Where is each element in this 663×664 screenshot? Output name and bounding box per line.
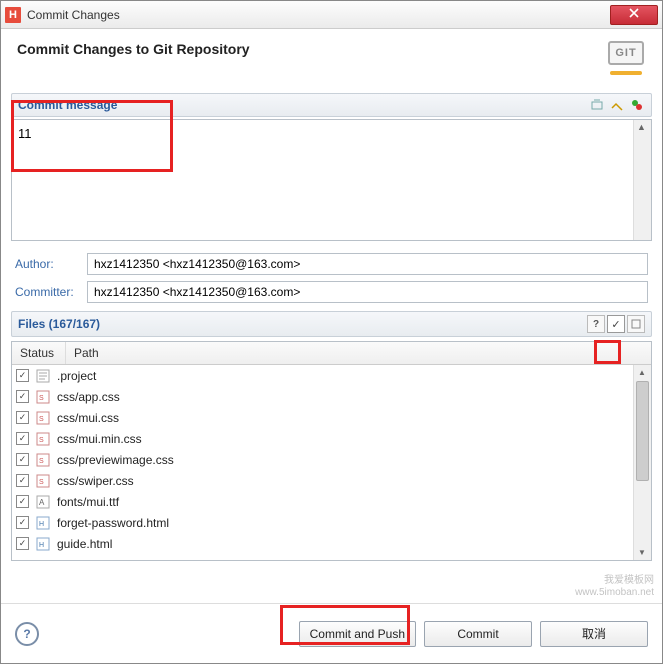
- svg-text:H: H: [39, 542, 44, 549]
- window-title: Commit Changes: [27, 8, 610, 22]
- watermark: 我爱模板网 www.5imoban.net: [575, 575, 654, 599]
- commit-message-area: 11 ▲: [11, 119, 652, 241]
- file-type-icon: [35, 368, 51, 384]
- commit-message-label: Commit message: [18, 98, 117, 112]
- commit-button[interactable]: Commit: [424, 621, 532, 647]
- amend-icon[interactable]: [589, 97, 605, 113]
- page-title: Commit Changes to Git Repository: [17, 41, 250, 57]
- row-checkbox[interactable]: ✓: [16, 369, 29, 382]
- file-type-icon: A: [35, 494, 51, 510]
- git-logo: GIT: [608, 41, 646, 73]
- table-row[interactable]: ✓ Hforget-password.html: [12, 512, 633, 533]
- signoff-icon[interactable]: [609, 97, 625, 113]
- row-checkbox[interactable]: ✓: [16, 411, 29, 424]
- committer-label: Committer:: [15, 285, 87, 299]
- table-row[interactable]: ✓ Scss/previewimage.css: [12, 449, 633, 470]
- svg-text:S: S: [39, 479, 44, 486]
- svg-text:S: S: [39, 458, 44, 465]
- file-path: guide.html: [57, 537, 112, 551]
- close-button[interactable]: [610, 5, 658, 25]
- deselect-all-button[interactable]: [627, 315, 645, 333]
- select-all-checkbox[interactable]: ✓: [607, 315, 625, 333]
- svg-text:H: H: [39, 521, 44, 528]
- file-type-icon: H: [35, 536, 51, 552]
- row-checkbox[interactable]: ✓: [16, 432, 29, 445]
- row-checkbox[interactable]: ✓: [16, 495, 29, 508]
- col-path[interactable]: Path: [66, 342, 651, 364]
- file-path: css/mui.css: [57, 411, 119, 425]
- table-row[interactable]: ✓ .project: [12, 365, 633, 386]
- file-type-icon: S: [35, 473, 51, 489]
- file-path: .project: [57, 369, 96, 383]
- file-path: fonts/mui.ttf: [57, 495, 119, 509]
- row-checkbox[interactable]: ✓: [16, 516, 29, 529]
- table-row[interactable]: ✓ Hguide.html: [12, 533, 633, 554]
- table-header: Status Path: [12, 342, 651, 365]
- titlebar: H Commit Changes: [1, 1, 662, 29]
- row-checkbox[interactable]: ✓: [16, 453, 29, 466]
- file-path: css/previewimage.css: [57, 453, 174, 467]
- file-type-icon: H: [35, 515, 51, 531]
- files-table: Status Path ✓ .project ✓ Scss/app.css ✓ Scss/…: [11, 341, 652, 561]
- dialog-header: Commit Changes to Git Repository GIT: [1, 29, 662, 93]
- files-scrollbar[interactable]: ▲ ▼: [633, 365, 651, 560]
- table-row[interactable]: ✓ Scss/app.css: [12, 386, 633, 407]
- changeid-icon[interactable]: [629, 97, 645, 113]
- help-button[interactable]: ?: [15, 622, 39, 646]
- commit-message-input[interactable]: 11: [12, 120, 633, 240]
- commit-and-push-button[interactable]: Commit and Push: [299, 621, 416, 647]
- files-header: Files (167/167) ? ✓: [11, 311, 652, 337]
- help-files-button[interactable]: ?: [587, 315, 605, 333]
- file-type-icon: S: [35, 389, 51, 405]
- svg-text:S: S: [39, 395, 44, 402]
- scrollbar[interactable]: ▲: [633, 120, 651, 240]
- row-checkbox[interactable]: ✓: [16, 537, 29, 550]
- file-type-icon: S: [35, 452, 51, 468]
- commit-message-header: Commit message: [11, 93, 652, 117]
- author-label: Author:: [15, 257, 87, 271]
- app-icon: H: [5, 7, 21, 23]
- table-row[interactable]: ✓ Scss/mui.css: [12, 407, 633, 428]
- author-input[interactable]: [87, 253, 648, 275]
- row-checkbox[interactable]: ✓: [16, 474, 29, 487]
- col-status[interactable]: Status: [12, 342, 66, 364]
- row-checkbox[interactable]: ✓: [16, 390, 29, 403]
- table-row[interactable]: ✓ Scss/swiper.css: [12, 470, 633, 491]
- file-type-icon: S: [35, 410, 51, 426]
- committer-input[interactable]: [87, 281, 648, 303]
- file-path: css/mui.min.css: [57, 432, 142, 446]
- file-path: forget-password.html: [57, 516, 169, 530]
- table-row[interactable]: ✓ Scss/mui.min.css: [12, 428, 633, 449]
- button-bar: ? Commit and Push Commit 取消: [1, 603, 662, 663]
- file-path: css/app.css: [57, 390, 120, 404]
- scroll-thumb[interactable]: [636, 381, 649, 481]
- file-path: css/swiper.css: [57, 474, 134, 488]
- files-label: Files (167/167): [18, 317, 100, 331]
- svg-text:S: S: [39, 416, 44, 423]
- file-type-icon: S: [35, 431, 51, 447]
- svg-text:A: A: [39, 498, 45, 507]
- svg-text:S: S: [39, 437, 44, 444]
- table-row[interactable]: ✓ Afonts/mui.ttf: [12, 491, 633, 512]
- cancel-button[interactable]: 取消: [540, 621, 648, 647]
